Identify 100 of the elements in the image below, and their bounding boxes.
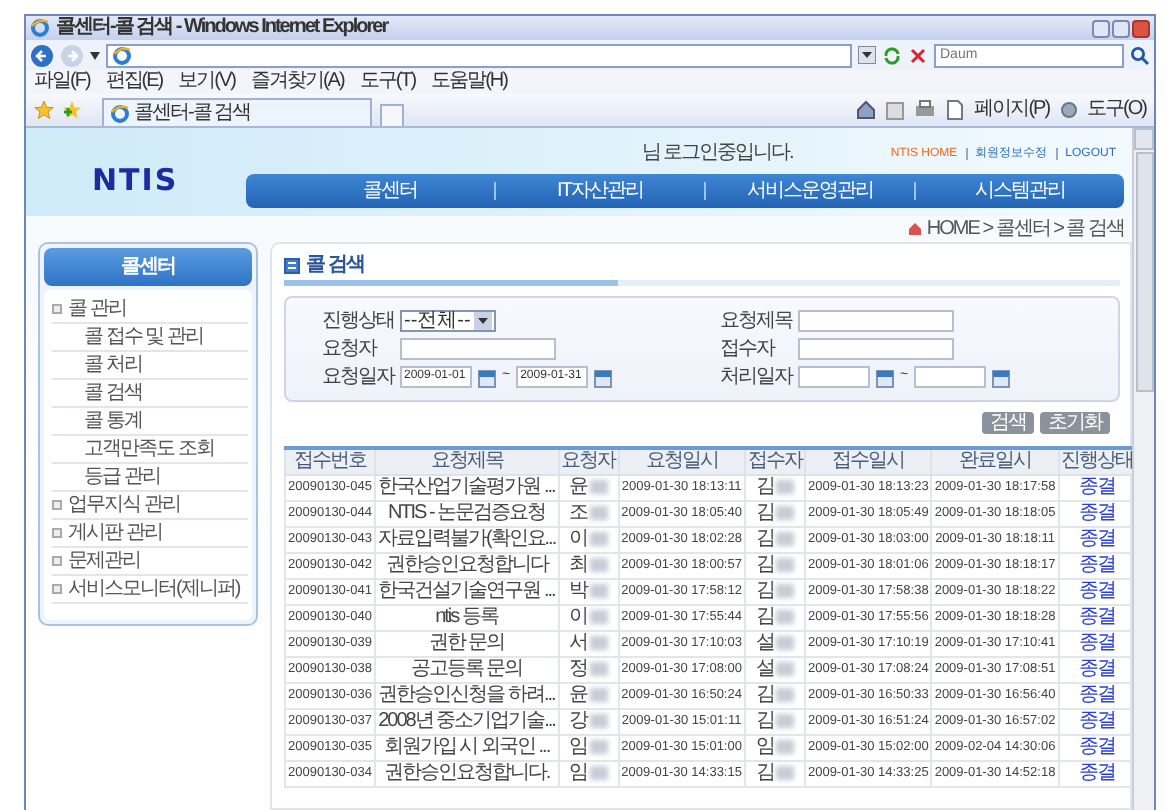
- table-cell: 정: [569, 657, 588, 680]
- nav-link[interactable]: IT자산관리: [494, 182, 704, 200]
- table-cell: NTIS - 논문검증요청: [374, 500, 559, 526]
- field-label: 접수자: [720, 337, 777, 361]
- window-title: 콜센터-콜 검색 - Windows Internet Explorer: [56, 16, 388, 40]
- field-label: 요청자: [322, 337, 379, 361]
- table-cell: 회원가입 시 외국인 ...: [374, 734, 559, 760]
- table-cell: 이: [569, 527, 588, 550]
- dropdown-icon[interactable]: [858, 46, 876, 64]
- menu-item[interactable]: 도움말(H): [431, 70, 507, 94]
- star-icon[interactable]: [34, 100, 54, 120]
- input-field[interactable]: [400, 338, 556, 360]
- calendar-icon[interactable]: [876, 367, 894, 387]
- table-cell: 김: [755, 579, 774, 602]
- table-cell: 2008년 중소기업기술...: [374, 708, 559, 734]
- table-cell: 김: [755, 709, 774, 732]
- sidebar-item[interactable]: 콜 관리: [52, 296, 248, 324]
- column-header: 요청자: [558, 448, 619, 474]
- input-field[interactable]: [798, 310, 954, 332]
- tools-menu[interactable]: 도구(O): [1087, 98, 1146, 122]
- dropdown-icon: [474, 312, 493, 330]
- back-icon[interactable]: [30, 43, 54, 67]
- bullet-icon: [52, 500, 62, 510]
- field-label: 처리일자: [720, 365, 792, 389]
- field-label: 요청일자: [322, 365, 394, 389]
- table-cell: 윤: [569, 475, 588, 498]
- sidebar-item[interactable]: 게시판 관리: [52, 520, 248, 548]
- close-icon[interactable]: [908, 45, 928, 65]
- ie-logo-icon: [30, 18, 50, 38]
- menu-item[interactable]: 즐겨찾기(A): [250, 70, 344, 94]
- nav-link[interactable]: 시스템관리: [914, 182, 1124, 200]
- sidebar-item[interactable]: 문제관리: [52, 548, 248, 576]
- column-header: 진행상태: [1058, 448, 1132, 474]
- menu-item[interactable]: 보기(V): [178, 70, 235, 94]
- table-cell: 임: [755, 735, 774, 758]
- table-cell: 권한승인요청합니다.: [374, 760, 559, 786]
- scrollbar[interactable]: [1132, 128, 1154, 810]
- sidebar-item[interactable]: 고객만족도 조회: [52, 436, 248, 464]
- item-label: 콜 관리: [68, 297, 126, 321]
- nav-link[interactable]: 서비스운영관리: [704, 182, 914, 200]
- table-cell: 김: [755, 475, 774, 498]
- sidebar-item[interactable]: 콜 검색: [52, 380, 248, 408]
- bullet-icon: [52, 304, 62, 314]
- table-cell: 윤: [569, 683, 588, 706]
- menu-item[interactable]: 도구(T): [359, 70, 416, 94]
- field-label: 진행상태: [322, 309, 394, 333]
- table-cell: 김: [755, 605, 774, 628]
- ie-logo-icon: [110, 103, 130, 123]
- search-icon[interactable]: [1130, 45, 1150, 65]
- menu-item[interactable]: 편집(E): [105, 70, 163, 94]
- sidebar-item[interactable]: 서비스모니터(제니퍼): [52, 576, 248, 604]
- column-header: 접수번호: [285, 448, 375, 474]
- minimize-button[interactable]: [1092, 19, 1110, 37]
- table-cell: 설: [755, 657, 774, 680]
- date-field[interactable]: [798, 366, 870, 388]
- table-cell: 최: [569, 553, 588, 576]
- table-cell: 조: [569, 501, 588, 524]
- table-cell: 권한 문의: [374, 630, 559, 656]
- item-label: 문제관리: [68, 549, 140, 573]
- home-icon[interactable]: [856, 100, 877, 120]
- page-title: 콜 검색: [306, 253, 364, 277]
- sidebar-item[interactable]: 등급 관리: [52, 464, 248, 492]
- sidebar-item[interactable]: 업무지식 관리: [52, 492, 248, 520]
- new-tab-button[interactable]: [380, 104, 404, 126]
- page-menu[interactable]: 페이지(P): [974, 98, 1050, 122]
- sidebar-item[interactable]: 콜 통계: [52, 408, 248, 436]
- table-cell: 김: [755, 501, 774, 524]
- sidebar-title: 콜센터: [44, 248, 252, 286]
- page-icon: [284, 257, 300, 273]
- add-favorite-icon[interactable]: [62, 100, 82, 120]
- select-value: --전체--: [404, 309, 471, 333]
- print-icon[interactable]: [914, 100, 937, 120]
- sidebar-item[interactable]: 콜 처리: [52, 352, 248, 380]
- input-field[interactable]: [798, 338, 954, 360]
- menu-item[interactable]: 파일(F): [34, 70, 90, 94]
- table-cell: 이: [569, 605, 588, 628]
- calendar-icon[interactable]: [594, 367, 613, 387]
- table-cell: 김: [755, 527, 774, 550]
- column-header: 접수일시: [804, 448, 932, 474]
- browser-tab[interactable]: 콜센터-콜 검색: [102, 98, 372, 126]
- table-cell: 한국건설기술연구원 ...: [374, 578, 559, 604]
- calendar-icon[interactable]: [992, 367, 1011, 387]
- page-icon[interactable]: [946, 100, 965, 120]
- address-field[interactable]: [106, 43, 852, 67]
- maximize-button[interactable]: [1112, 19, 1130, 37]
- close-button[interactable]: [1132, 19, 1150, 37]
- table-cell: 김: [755, 553, 774, 576]
- site-logo[interactable]: NTIS: [92, 162, 179, 198]
- column-header: 요청제목: [374, 448, 559, 474]
- sidebar-item[interactable]: 콜 접수 및 관리: [52, 324, 248, 352]
- dropdown-icon[interactable]: [90, 51, 100, 59]
- field-label: 요청제목: [720, 309, 792, 333]
- select-field[interactable]: --전체--: [400, 310, 497, 332]
- table-cell: 공고등록 문의: [374, 656, 559, 682]
- table-cell: 설: [755, 631, 774, 654]
- tab-title: 콜센터-콜 검색: [134, 101, 251, 125]
- date-field[interactable]: [914, 366, 987, 388]
- item-label: 업무지식 관리: [68, 493, 180, 517]
- calendar-icon[interactable]: [478, 367, 496, 387]
- nav-link[interactable]: 콜센터: [286, 182, 494, 200]
